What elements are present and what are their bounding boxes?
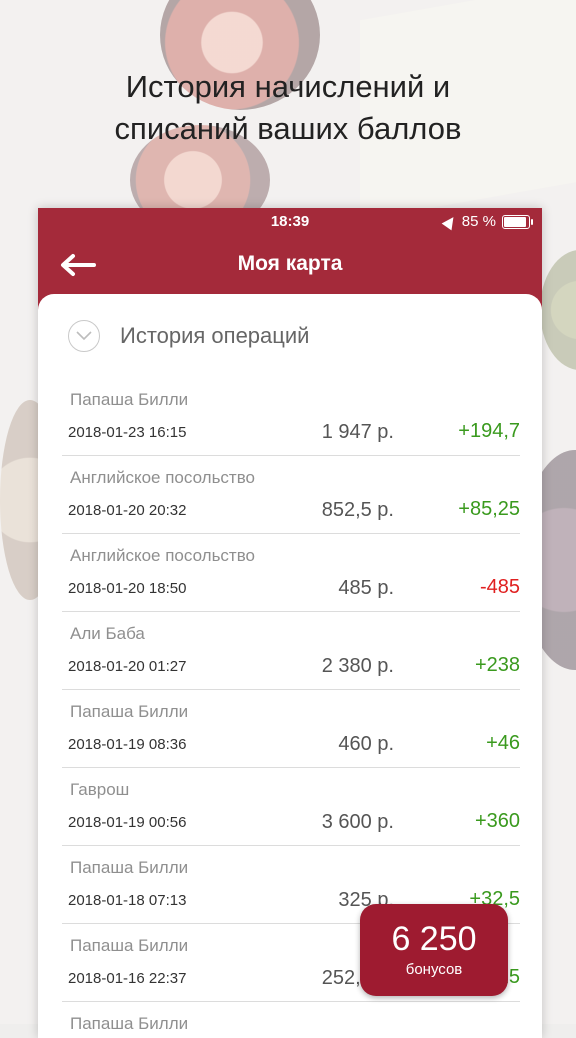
operation-name: Папаша Билли [70, 858, 189, 877]
operation-row[interactable]: Английское посольство 2018-01-20 18:50 485… [62, 534, 520, 612]
operation-name: Папаша Билли [70, 390, 189, 409]
operation-amount: 2 380 р. [321, 655, 394, 677]
bonus-value: 6 250 [391, 920, 477, 958]
operation-name: Гаврош [70, 780, 130, 799]
operation-row[interactable]: Английское посольство 2018-01-20 20:32 852… [62, 456, 520, 534]
operation-date: 2018-01-20 01:27 [68, 658, 187, 675]
operation-points: +85,25 [458, 498, 520, 520]
bonus-label: бонусов [405, 961, 463, 978]
operation-points: -485 [479, 576, 520, 598]
headline-line-2: списаний ваших баллов [114, 111, 462, 146]
operation-date: 2018-01-19 00:56 [68, 814, 187, 831]
location-arrow-icon [441, 213, 459, 230]
promo-headline: История начислений и списаний ваших балл… [0, 66, 576, 150]
operation-date: 2018-01-19 08:36 [68, 736, 187, 753]
section-title: История операций [120, 323, 310, 348]
operation-date: 2018-01-18 07:13 [68, 892, 187, 909]
status-bar: 18:39 85 % [38, 208, 542, 236]
operation-row[interactable]: Али Баба 2018-01-20 01:27 2 380 р. +238 [62, 612, 520, 690]
headline-line-1: История начислений и [125, 69, 451, 104]
history-section-header[interactable]: История операций [38, 294, 542, 378]
operation-row[interactable]: Папаша Билли [62, 1002, 520, 1038]
operation-name: Али Баба [70, 624, 145, 643]
operation-row[interactable]: Гаврош 2018-01-19 00:56 3 600 р. +360 [62, 768, 520, 846]
operation-name: Английское посольство [70, 546, 256, 565]
operation-row[interactable]: Папаша Билли 2018-01-19 08:36 460 р. +46 [62, 690, 520, 768]
operation-points: +360 [474, 810, 520, 832]
operation-points: +194,7 [458, 420, 520, 442]
operation-date: 2018-01-20 20:32 [68, 502, 187, 519]
operation-date: 2018-01-23 16:15 [68, 424, 187, 441]
status-right: 85 % [441, 213, 533, 230]
operation-name: Папаша Билли [70, 936, 189, 955]
operation-points: +238 [474, 654, 520, 676]
nav-title: Моя карта [237, 252, 343, 275]
chevron-down-icon[interactable] [68, 320, 100, 352]
operation-name: Английское посольство [70, 468, 256, 487]
operation-name: Папаша Билли [70, 702, 189, 721]
operation-amount: 1 947 р. [321, 421, 394, 443]
battery-percent: 85 % [461, 213, 496, 230]
bonus-badge[interactable]: 6 250 бонусов [360, 904, 508, 996]
operation-date: 2018-01-20 18:50 [68, 580, 187, 597]
operation-amount: 852,5 р. [321, 499, 394, 521]
operation-date: 2018-01-16 22:37 [68, 970, 187, 987]
nav-bar: Моя карта [38, 236, 542, 294]
operation-points: +46 [486, 732, 520, 754]
operation-amount: 485 р. [338, 577, 394, 599]
battery-icon [502, 214, 533, 229]
operation-amount: 3 600 р. [321, 811, 394, 833]
operation-name: Папаша Билли [70, 1014, 189, 1033]
operation-row[interactable]: Папаша Билли 2018-01-23 16:15 1 947 р. +194… [62, 378, 520, 456]
operation-amount: 460 р. [338, 733, 394, 755]
